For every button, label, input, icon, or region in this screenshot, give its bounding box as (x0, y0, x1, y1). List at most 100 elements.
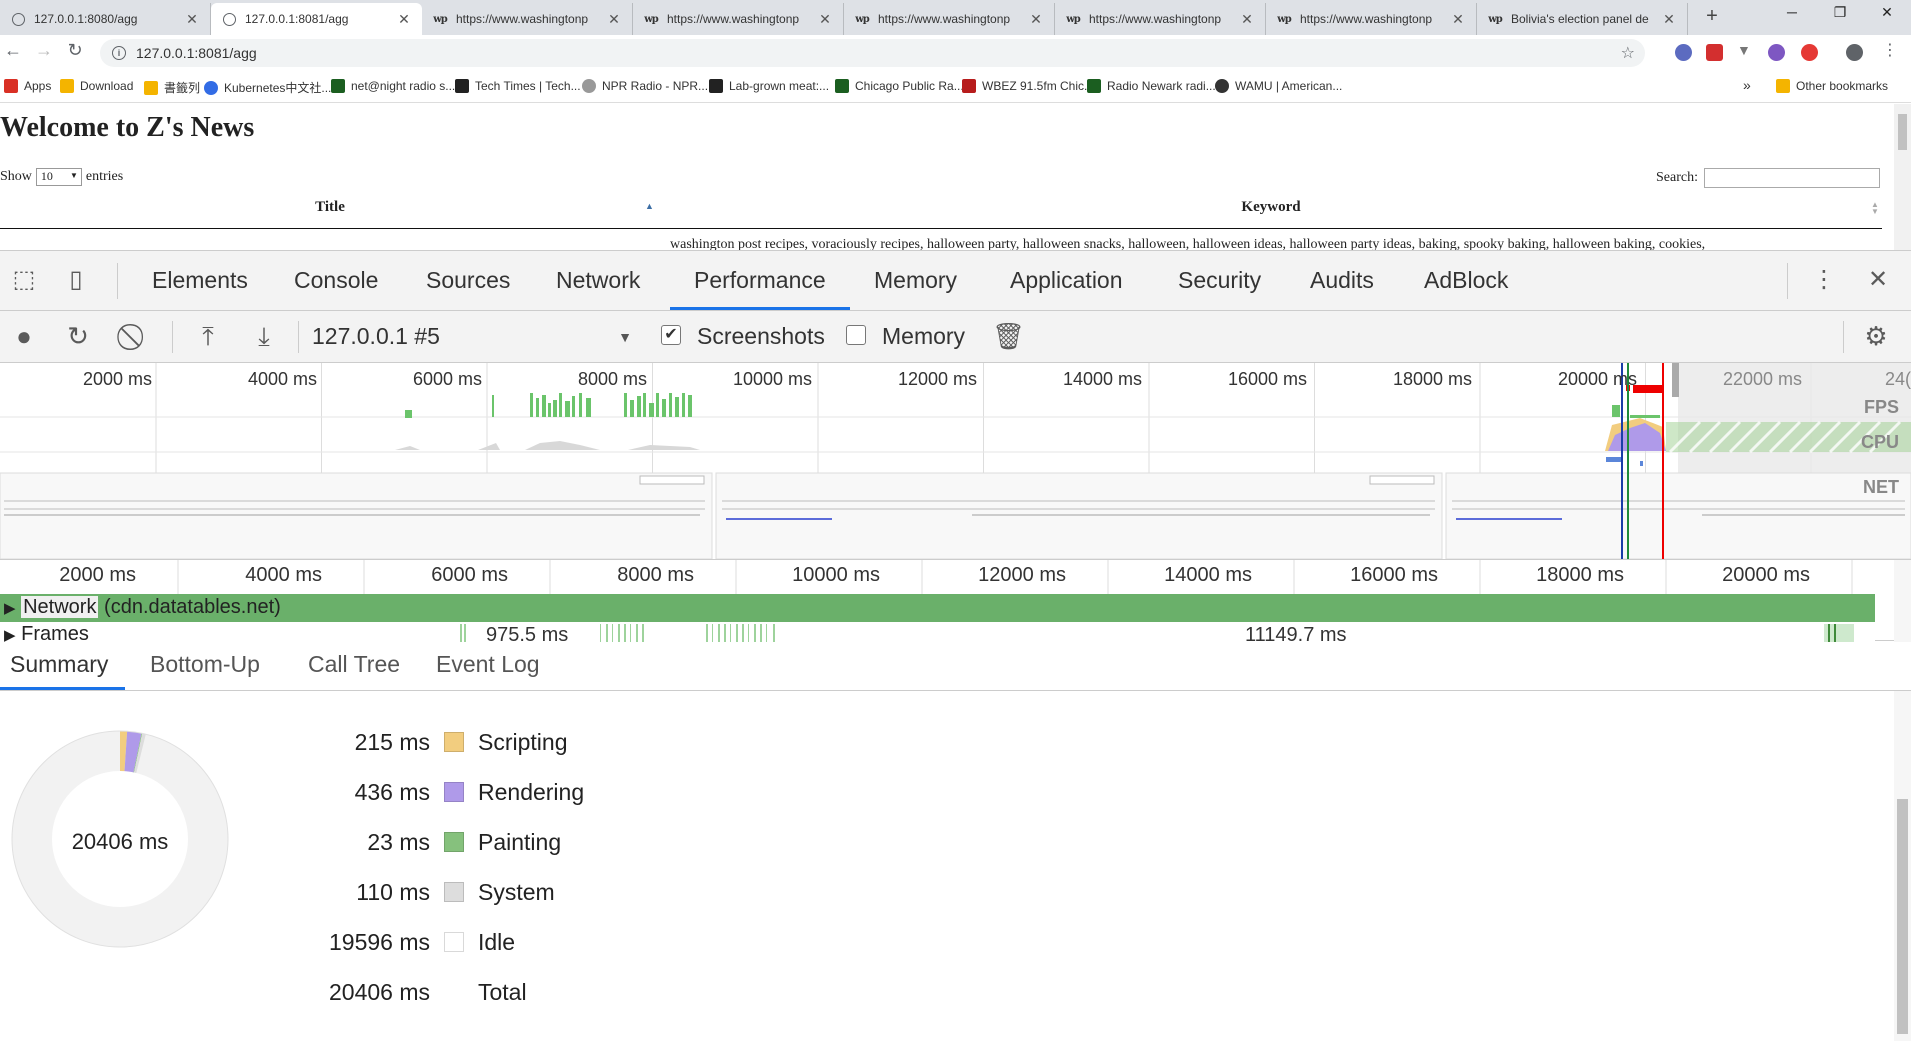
bookmark-item[interactable]: Tech Times | Tech... (455, 79, 581, 93)
forward-button[interactable]: → (32, 40, 56, 61)
browser-tab[interactable]: wp https://www.washingtonp ✕ (844, 3, 1055, 35)
devtools-menu-icon[interactable]: ⋮ (1808, 265, 1840, 297)
sort-both-icon[interactable]: ▲ ▼ (1871, 201, 1879, 216)
tab-call-tree[interactable]: Call Tree (308, 651, 400, 678)
maximize-button[interactable]: ❐ (1825, 4, 1855, 21)
devtools-tab-performance[interactable]: Performance (694, 267, 826, 294)
bookmarks-overflow-button[interactable]: » (1743, 77, 1751, 93)
minimize-button[interactable]: ─ (1777, 4, 1807, 20)
expand-triangle-icon[interactable]: ▶ (4, 600, 16, 617)
settings-gear-icon[interactable]: ⚙ (1860, 321, 1892, 352)
entries-select[interactable]: 10 (35, 168, 82, 186)
globe-icon (10, 11, 26, 27)
close-window-button[interactable]: ✕ (1872, 4, 1902, 21)
flame-scrollbar[interactable] (1894, 560, 1911, 642)
column-header-title[interactable]: Title (0, 199, 660, 216)
devtools-tab-sources[interactable]: Sources (426, 267, 510, 294)
sort-ascending-icon[interactable]: ▲ (645, 201, 654, 211)
network-track-label[interactable]: ▶ Network (cdn.datatables.net) (4, 596, 281, 619)
devtools-tab-audits[interactable]: Audits (1310, 267, 1374, 294)
close-tab-icon[interactable]: ✕ (396, 11, 412, 28)
device-toolbar-icon[interactable]: ▯ (60, 265, 92, 297)
close-tab-icon[interactable]: ✕ (184, 11, 200, 28)
devtools-tab-elements[interactable]: Elements (152, 267, 248, 294)
screenshots-checkbox[interactable]: ✔ (661, 325, 681, 345)
bookmark-item[interactable]: WAMU | American... (1215, 79, 1342, 93)
network-track[interactable] (0, 594, 1875, 622)
extension-circle-icon[interactable] (1768, 44, 1785, 61)
devtools-tab-network[interactable]: Network (556, 267, 640, 294)
profile-avatar-icon[interactable] (1846, 44, 1863, 61)
back-button[interactable]: ← (1, 40, 25, 61)
bookmark-item[interactable]: 書籤列 (144, 79, 200, 96)
summary-value: 110 ms (356, 878, 430, 905)
bookmark-item[interactable]: Radio Newark radi... (1087, 79, 1216, 93)
record-icon[interactable]: ● (8, 321, 40, 352)
close-tab-icon[interactable]: ✕ (606, 11, 622, 28)
clear-icon[interactable]: ⃠ (120, 321, 152, 353)
bookmark-item[interactable]: Apps (4, 79, 51, 93)
load-profile-icon[interactable]: ⤒ (192, 321, 224, 353)
collect-garbage-icon[interactable]: 🗑 (992, 321, 1025, 352)
bookmark-item[interactable]: WBEZ 91.5fm Chic... (962, 79, 1094, 93)
flame-tick: 20000 ms (1722, 564, 1810, 586)
summary-scrollbar[interactable] (1894, 691, 1911, 1041)
bookmark-star-icon[interactable]: ☆ (1621, 43, 1635, 63)
reload-record-icon[interactable]: ↻ (62, 321, 94, 352)
address-bar[interactable]: i 127.0.0.1:8081/agg ☆ (100, 39, 1645, 67)
browser-tab[interactable]: wp Bolivia's election panel de ✕ (1477, 3, 1688, 35)
bookmark-item[interactable]: Kubernetes中文社... (204, 79, 331, 96)
reload-button[interactable]: ↻ (63, 40, 87, 61)
save-profile-icon[interactable]: ⤓ (248, 321, 280, 353)
new-tab-button[interactable]: + (1700, 5, 1724, 28)
legend-swatch (444, 932, 464, 952)
overview-tick: 12000 ms (897, 369, 977, 389)
search-input[interactable] (1703, 168, 1880, 188)
summary-row-painting: 23 ms Painting (250, 827, 561, 857)
browser-tab[interactable]: 127.0.0.1:8080/agg ✕ (0, 3, 211, 35)
bookmark-item[interactable]: Lab-grown meat:... (709, 79, 829, 93)
close-tab-icon[interactable]: ✕ (1028, 11, 1044, 28)
timeline-flame-area[interactable]: ▶ Network (cdn.datatables.net) ▶ Frames … (0, 559, 1911, 646)
browser-tab[interactable]: wp https://www.washingtonp ✕ (633, 3, 844, 35)
page-scrollbar-thumb[interactable] (1898, 114, 1907, 150)
browser-tab[interactable]: wp https://www.washingtonp ✕ (1055, 3, 1266, 35)
close-devtools-icon[interactable]: ✕ (1862, 265, 1894, 297)
browser-tab[interactable]: wp https://www.washingtonp ✕ (1266, 3, 1477, 35)
tab-event-log[interactable]: Event Log (436, 651, 540, 678)
bookmark-item[interactable]: NPR Radio - NPR... (582, 79, 708, 93)
devtools-tab-memory[interactable]: Memory (874, 267, 957, 294)
devtools-tab-security[interactable]: Security (1178, 267, 1261, 294)
extension-opera-icon[interactable] (1801, 44, 1818, 61)
bookmark-item[interactable]: net@night radio s... (331, 79, 455, 93)
browser-tab[interactable]: wp https://www.washingtonp ✕ (422, 3, 633, 35)
divider (1787, 263, 1788, 299)
tab-bottom-up[interactable]: Bottom-Up (150, 651, 260, 678)
browser-menu-icon[interactable]: ⋮ (1878, 40, 1902, 60)
close-tab-icon[interactable]: ✕ (817, 11, 833, 28)
close-tab-icon[interactable]: ✕ (1450, 11, 1466, 28)
extension-shield-icon[interactable] (1675, 44, 1692, 61)
extension-v-icon[interactable]: ▼ (1737, 42, 1754, 59)
memory-checkbox[interactable] (846, 325, 866, 345)
page-scrollbar[interactable] (1894, 104, 1911, 250)
legend-swatch (444, 782, 464, 802)
devtools-tab-console[interactable]: Console (294, 267, 378, 294)
close-tab-icon[interactable]: ✕ (1661, 11, 1677, 28)
site-info-icon[interactable]: i (112, 46, 126, 60)
browser-tab[interactable]: 127.0.0.1:8081/agg ✕ (211, 3, 422, 35)
summary-scrollbar-thumb[interactable] (1897, 799, 1908, 1034)
devtools-tab-adblock[interactable]: AdBlock (1424, 267, 1508, 294)
tab-summary[interactable]: Summary (10, 651, 108, 678)
column-header-keyword[interactable]: Keyword (660, 199, 1882, 216)
close-tab-icon[interactable]: ✕ (1239, 11, 1255, 28)
devtools-tab-application[interactable]: Application (1010, 267, 1123, 294)
profile-select[interactable]: 127.0.0.1 #5 ▼ (312, 323, 632, 350)
timeline-overview[interactable]: 2000 ms 4000 ms 6000 ms 8000 ms 10000 ms… (0, 363, 1911, 559)
donut-slice-system (133, 733, 146, 773)
inspect-element-icon[interactable]: ⬚ (8, 265, 40, 297)
bookmark-item[interactable]: Download (60, 79, 133, 93)
extension-adblock-icon[interactable] (1706, 44, 1723, 61)
other-bookmarks[interactable]: Other bookmarks (1776, 79, 1888, 93)
bookmark-item[interactable]: Chicago Public Ra... (835, 79, 964, 93)
